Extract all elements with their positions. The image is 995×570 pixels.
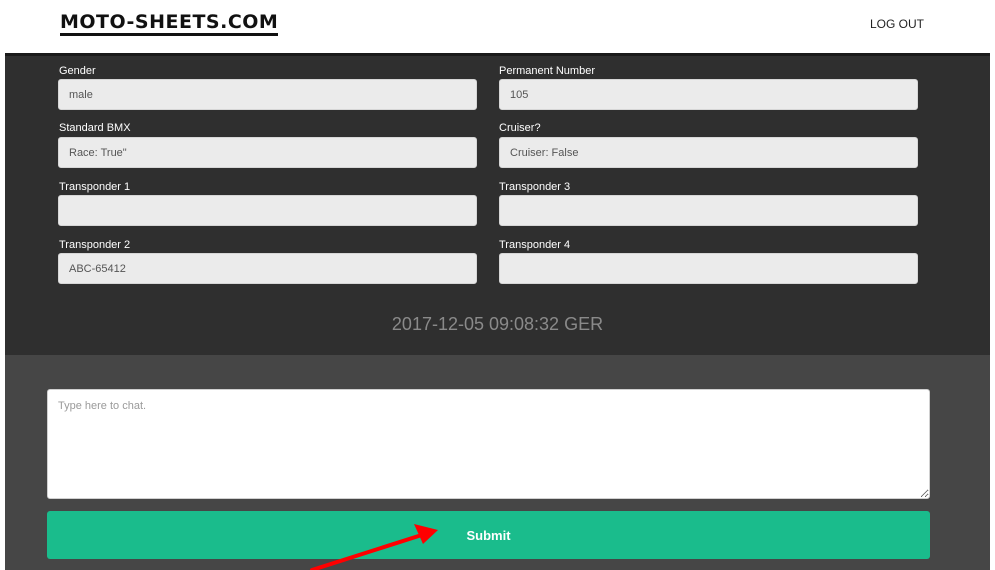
standard-bmx-label: Standard BMX	[59, 122, 131, 134]
gender-label: Gender	[59, 65, 96, 77]
site-logo[interactable]: MOTO-SHEETS.COM	[60, 12, 279, 36]
cruiser-field[interactable]	[499, 137, 918, 168]
transponder-2-label: Transponder 2	[59, 239, 131, 251]
transponder-4-label: Transponder 4	[499, 239, 571, 251]
profile-panel: Gender Permanent Number Standard BMX Cru…	[5, 53, 990, 355]
standard-bmx-field[interactable]	[58, 137, 477, 168]
profile-timestamp: 2017-12-05 09:08:32 GER	[391, 314, 604, 334]
transponder-1-label: Transponder 1	[59, 181, 131, 193]
top-bar: MOTO-SHEETS.COM LOG OUT	[0, 0, 995, 54]
gender-field[interactable]	[58, 79, 477, 110]
permanent-number-field[interactable]	[499, 79, 918, 110]
transponder-4-field[interactable]	[499, 253, 918, 284]
transponder-3-label: Transponder 3	[499, 181, 571, 193]
transponder-2-field[interactable]	[58, 253, 477, 284]
permanent-number-label: Permanent Number	[499, 65, 595, 77]
chat-input[interactable]	[47, 389, 930, 499]
submit-button[interactable]: Submit	[47, 511, 930, 559]
transponder-1-field[interactable]	[58, 195, 477, 226]
chat-panel: Submit	[5, 355, 990, 570]
transponder-3-field[interactable]	[499, 195, 918, 226]
cruiser-label: Cruiser?	[499, 122, 541, 134]
logout-link[interactable]: LOG OUT	[870, 17, 924, 31]
